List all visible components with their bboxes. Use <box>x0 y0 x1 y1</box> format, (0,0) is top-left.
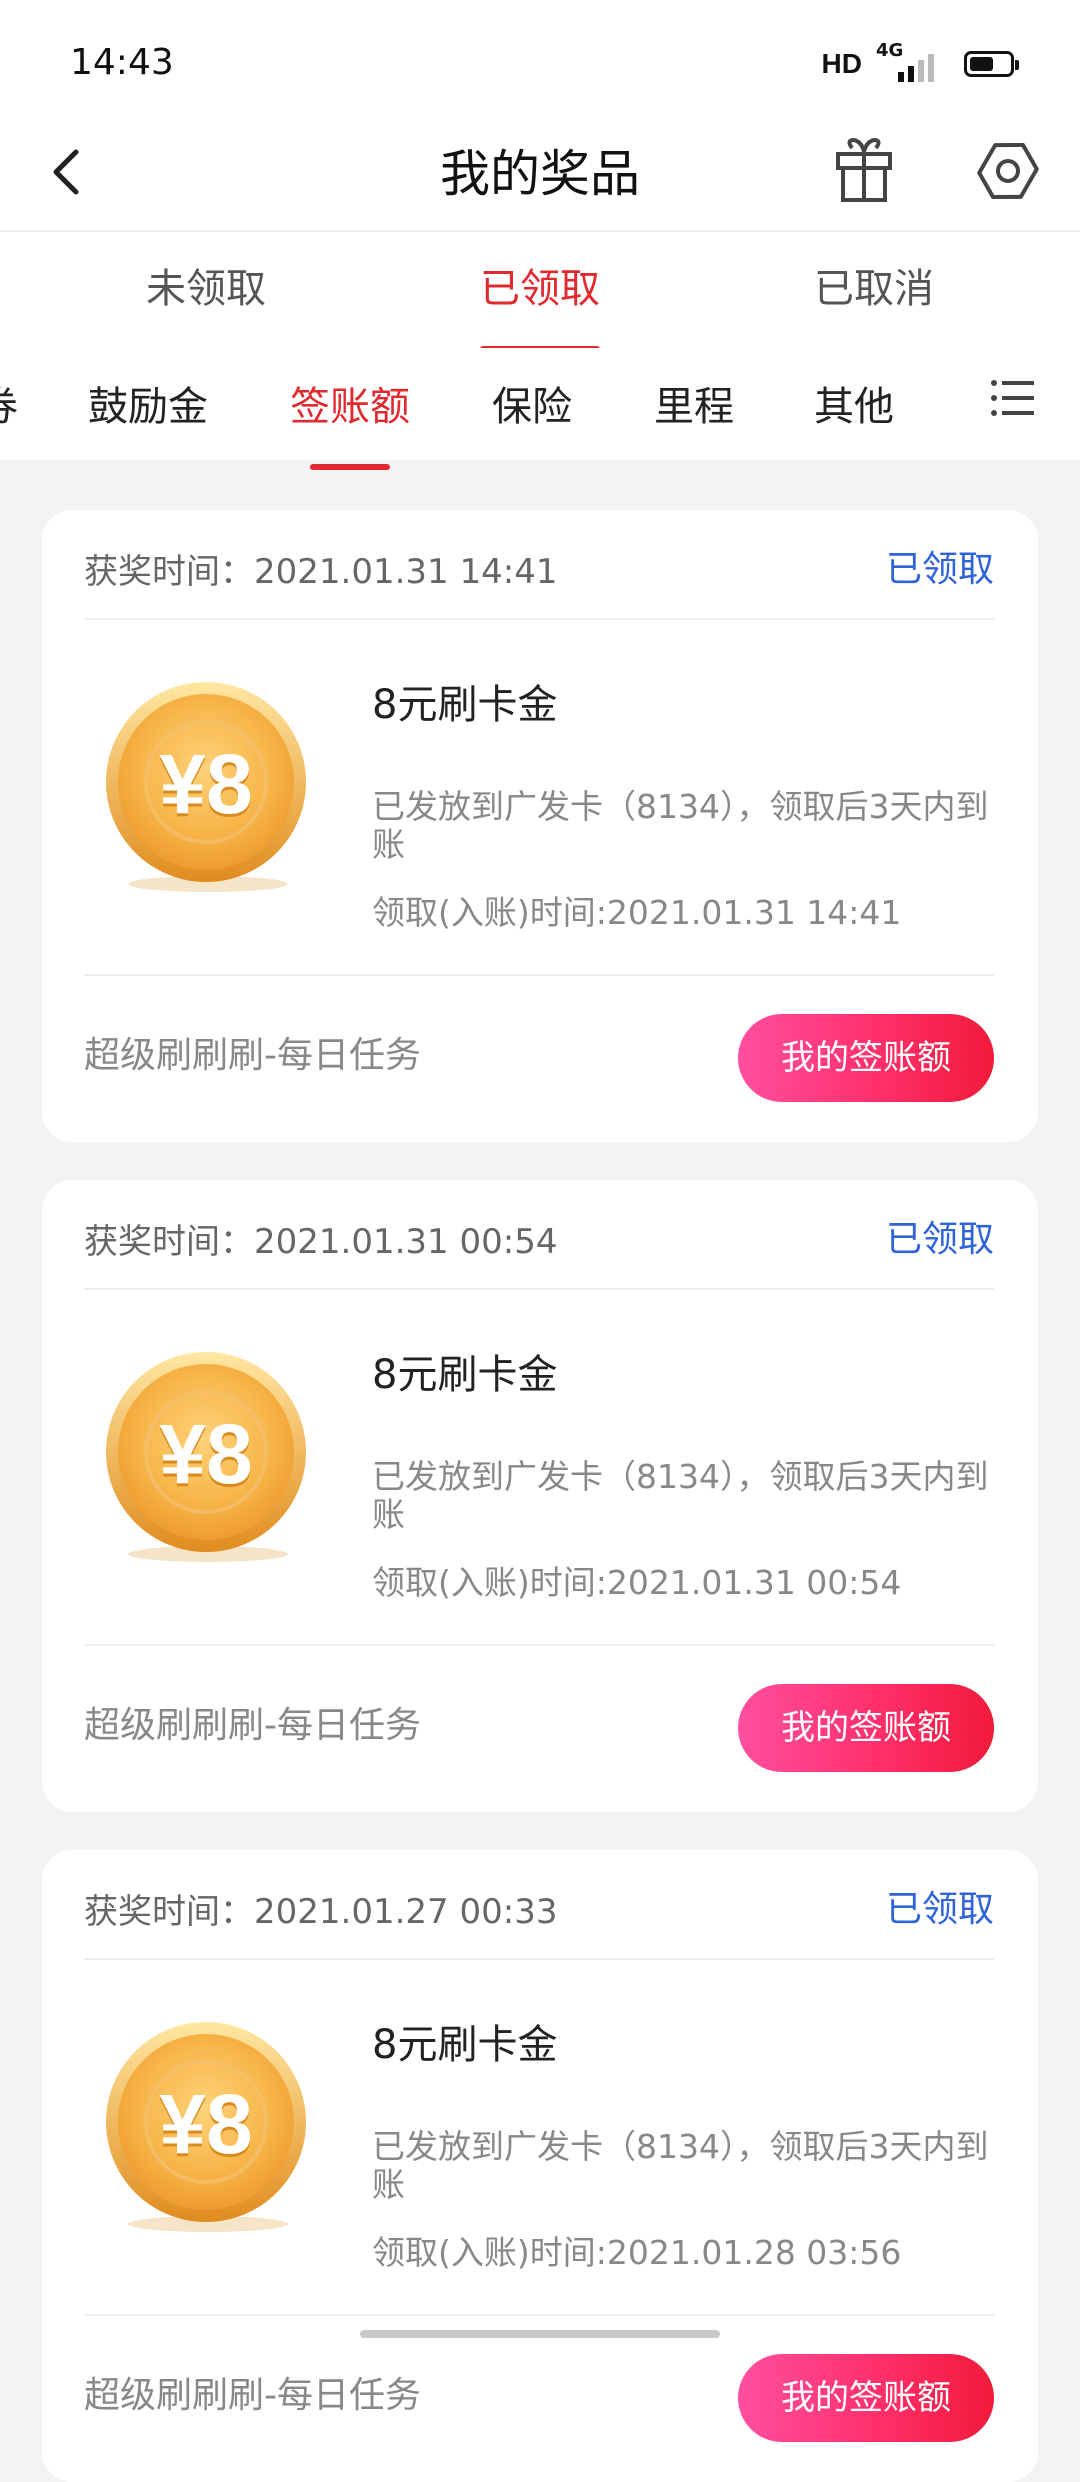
tab-other[interactable]: 其他 <box>814 374 894 432</box>
status-label: 已领取 <box>885 549 994 590</box>
tab-label: 未领取 <box>146 266 266 312</box>
list-menu-icon[interactable] <box>990 378 1034 418</box>
prize-description: 已发放到广发卡（8134），领取后3天内到账 <box>372 787 989 864</box>
status-label: 已领取 <box>885 1219 994 1260</box>
tab-label: 已取消 <box>814 266 934 312</box>
nav-bar: 我的奖品 <box>0 120 1080 230</box>
divider <box>84 1288 994 1290</box>
divider <box>84 974 994 976</box>
signal-icon: 4G <box>876 40 938 82</box>
divider <box>84 1644 994 1646</box>
settings-icon[interactable] <box>976 136 1040 206</box>
prize-card: 获奖时间：2021.01.31 00:54 已领取 ¥8 8元刷卡金 已发放到广… <box>42 1180 1038 1812</box>
tab-claimed[interactable]: 已领取 <box>440 256 640 352</box>
prize-source: 超级刷刷刷-每日任务 <box>84 1035 421 1076</box>
tab-coupon[interactable]: 券 <box>0 374 18 432</box>
tab-label: 签账额 <box>290 384 410 430</box>
gift-icon[interactable] <box>832 134 896 206</box>
tab-label: 保险 <box>492 384 572 430</box>
tab-unclaimed[interactable]: 未领取 <box>106 256 306 314</box>
prize-source: 超级刷刷刷-每日任务 <box>84 1705 421 1746</box>
status-label: 已领取 <box>885 1889 994 1930</box>
prize-source: 超级刷刷刷-每日任务 <box>84 2375 421 2416</box>
prize-title: 8元刷卡金 <box>372 682 558 728</box>
home-indicator[interactable] <box>360 2330 720 2338</box>
award-time: 获奖时间：2021.01.27 00:33 <box>84 1892 558 1932</box>
award-time: 获奖时间：2021.01.31 14:41 <box>84 552 558 592</box>
coin-label: ¥8 <box>159 737 253 831</box>
prize-card: 获奖时间：2021.01.27 00:33 已领取 ¥8 8元刷卡金 已发放到广… <box>42 1850 1038 2482</box>
status-tabs: 未领取 已领取 已取消 <box>0 230 1080 352</box>
divider <box>84 1958 994 1960</box>
battery-icon <box>964 51 1019 77</box>
tab-label: 里程 <box>654 384 734 430</box>
prize-card: 获奖时间：2021.01.31 14:41 已领取 ¥8 8元刷卡金 已发放到广… <box>42 510 1038 1142</box>
tab-mileage[interactable]: 里程 <box>654 374 734 432</box>
divider <box>84 2314 994 2316</box>
tab-label: 其他 <box>814 384 894 430</box>
claim-time: 领取(入账)时间:2021.01.28 03:56 <box>372 2233 902 2272</box>
tab-label: 已领取 <box>480 266 600 312</box>
status-icons: HD 4G <box>821 40 1019 82</box>
divider <box>84 618 994 620</box>
claim-time: 领取(入账)时间:2021.01.31 14:41 <box>372 893 902 932</box>
tab-label: 券 <box>0 384 18 430</box>
category-tabs: 券 鼓励金 签账额 保险 里程 其他 <box>0 348 1080 470</box>
tab-spending-credit[interactable]: 签账额 <box>290 374 410 470</box>
tab-cancelled[interactable]: 已取消 <box>774 256 974 314</box>
award-time: 获奖时间：2021.01.31 00:54 <box>84 1222 558 1262</box>
tab-label: 鼓励金 <box>88 384 208 430</box>
status-time: 14:43 <box>70 42 174 83</box>
tab-encouragement-gold[interactable]: 鼓励金 <box>88 374 208 432</box>
prize-description: 已发放到广发卡（8134），领取后3天内到账 <box>372 1457 989 1534</box>
coin-label: ¥8 <box>159 1407 253 1501</box>
prize-title: 8元刷卡金 <box>372 1352 558 1398</box>
my-spending-credit-button[interactable]: 我的签账额 <box>738 1684 994 1772</box>
tab-insurance[interactable]: 保险 <box>492 374 572 432</box>
my-spending-credit-button[interactable]: 我的签账额 <box>738 1014 994 1102</box>
my-spending-credit-button[interactable]: 我的签账额 <box>738 2354 994 2442</box>
hd-indicator: HD <box>821 48 862 79</box>
prize-description: 已发放到广发卡（8134），领取后3天内到账 <box>372 2127 989 2204</box>
page-title: 我的奖品 <box>440 145 640 203</box>
status-bar: 14:43 HD 4G <box>0 0 1080 120</box>
claim-time: 领取(入账)时间:2021.01.31 00:54 <box>372 1563 902 1602</box>
active-tab-indicator <box>310 464 390 470</box>
prize-title: 8元刷卡金 <box>372 2022 558 2068</box>
coin-label: ¥8 <box>159 2077 253 2171</box>
